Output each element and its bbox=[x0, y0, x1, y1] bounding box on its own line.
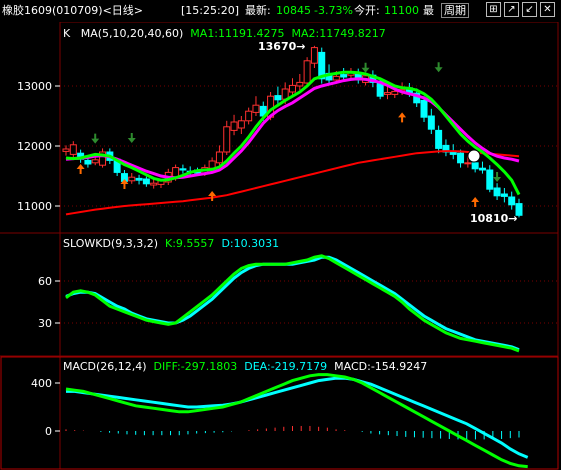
candle-body bbox=[208, 160, 216, 169]
macd-tick-label: 0 bbox=[45, 425, 52, 438]
sell-arrow-icon bbox=[361, 62, 370, 73]
candle-body bbox=[62, 148, 70, 152]
candle-body bbox=[215, 151, 223, 164]
kline-tick-label: 13000 bbox=[17, 80, 52, 93]
kline-tick-label: 11000 bbox=[17, 200, 52, 213]
candle-body bbox=[179, 168, 187, 171]
macd-tick-label: 400 bbox=[31, 377, 52, 390]
period-button[interactable]: 周期 bbox=[441, 3, 469, 18]
candle-body bbox=[245, 110, 253, 122]
open-price-value: 11100 bbox=[384, 4, 419, 17]
ma1-value: MA1:11191.4275 bbox=[190, 27, 285, 40]
symbol-title: 橡胶1609(010709)<日线> bbox=[2, 4, 143, 17]
quote-header: 橡胶1609(010709)<日线> [15:25:20] 最新: 10845 … bbox=[0, 0, 561, 22]
candle-body bbox=[128, 176, 136, 182]
candle-body bbox=[303, 60, 311, 84]
ma2-value: MA2:11749.8217 bbox=[291, 27, 386, 40]
kd-title: SLOWKD(9,3,3,2) bbox=[63, 237, 159, 250]
smiley-icon bbox=[467, 149, 481, 163]
kd-k-value: K:9.5557 bbox=[165, 237, 215, 250]
quote-time: [15:25:20] bbox=[181, 4, 239, 17]
candle-body bbox=[230, 121, 238, 131]
change-percent: -3.73% bbox=[314, 4, 353, 17]
candle-body bbox=[237, 120, 245, 129]
indicator-lines bbox=[65, 70, 529, 469]
kd-tick-label: 30 bbox=[38, 317, 52, 330]
last-price-value: 10845 bbox=[276, 4, 311, 17]
sell-arrow-icon bbox=[434, 62, 443, 73]
kd-k-line bbox=[65, 254, 520, 353]
candle-body bbox=[435, 129, 443, 149]
candle-body bbox=[310, 47, 318, 64]
last-price-label: 最新: bbox=[245, 4, 271, 17]
candle-body bbox=[420, 99, 428, 118]
symbol-name: 橡胶1609 bbox=[2, 4, 52, 17]
candle-body bbox=[471, 162, 479, 170]
candle-body bbox=[340, 74, 348, 78]
kline-legend: K MA(5,10,20,40,60) MA1:11191.4275 MA2:1… bbox=[63, 27, 386, 40]
high-price-marker: 13670→ bbox=[258, 40, 306, 53]
candle-body bbox=[274, 95, 282, 101]
candle-body bbox=[508, 196, 516, 206]
candle-body bbox=[457, 152, 465, 164]
collapse-icon[interactable]: ↙ bbox=[522, 2, 537, 17]
candle-body bbox=[500, 193, 508, 197]
sell-arrow-icon bbox=[127, 133, 136, 143]
kd-d-value: D:10.3031 bbox=[221, 237, 280, 250]
macd-hist-value: MACD:-154.9247 bbox=[334, 360, 428, 373]
kd-legend: SLOWKD(9,3,3,2) K:9.5557 D:10.3031 bbox=[63, 237, 279, 250]
long-ma-line bbox=[65, 150, 520, 216]
candle-body bbox=[142, 178, 150, 185]
candle-body bbox=[289, 84, 296, 93]
kline-tick-label: 12000 bbox=[17, 140, 52, 153]
open-price-label: 今开: bbox=[354, 4, 380, 17]
period-tab[interactable]: <日线> bbox=[103, 4, 143, 17]
buy-arrow-icon bbox=[208, 191, 217, 201]
buy-arrow-icon bbox=[398, 112, 407, 123]
candle-body bbox=[252, 104, 260, 113]
macd-panel-frame bbox=[0, 356, 559, 470]
low-price-marker: 10810→ bbox=[470, 212, 518, 225]
candle-body bbox=[464, 162, 472, 165]
candle-body bbox=[296, 81, 304, 87]
buy-arrow-icon bbox=[76, 164, 85, 174]
kd-tick-label: 60 bbox=[38, 275, 52, 288]
macd-dea-value: DEA:-219.7179 bbox=[244, 360, 328, 373]
sell-arrow-icon bbox=[493, 172, 502, 182]
candle-body bbox=[383, 92, 391, 95]
macd-diff-value: DIFF:-297.1803 bbox=[153, 360, 238, 373]
grid-layout-icon[interactable]: ⊞ bbox=[486, 2, 501, 17]
sell-arrow-icon bbox=[91, 133, 100, 144]
candle-body bbox=[486, 169, 494, 190]
candle-body bbox=[478, 167, 486, 171]
candle-body bbox=[391, 90, 399, 95]
high-label-truncated: 最 bbox=[423, 4, 434, 17]
macd-legend: MACD(26,12,4) DIFF:-297.1803 DEA:-219.71… bbox=[63, 360, 427, 373]
macd-dea-line bbox=[66, 376, 529, 459]
candle-body bbox=[91, 159, 99, 164]
candle-body bbox=[223, 126, 231, 153]
candle-body bbox=[493, 187, 501, 197]
candle-body bbox=[332, 75, 340, 81]
expand-icon[interactable]: ↗ bbox=[504, 2, 519, 17]
candle-body bbox=[427, 115, 435, 130]
macd-title: MACD(26,12,4) bbox=[63, 360, 147, 373]
ma-params: MA(5,10,20,40,60) bbox=[80, 27, 184, 40]
candle-body bbox=[69, 144, 77, 155]
candle-body bbox=[449, 151, 457, 155]
candle-body bbox=[84, 159, 92, 165]
kline-title: K bbox=[63, 27, 71, 40]
close-icon[interactable]: ✕ bbox=[540, 2, 555, 17]
candle-body bbox=[150, 182, 158, 186]
candle-body bbox=[135, 177, 143, 181]
symbol-code: (010709) bbox=[52, 4, 103, 17]
